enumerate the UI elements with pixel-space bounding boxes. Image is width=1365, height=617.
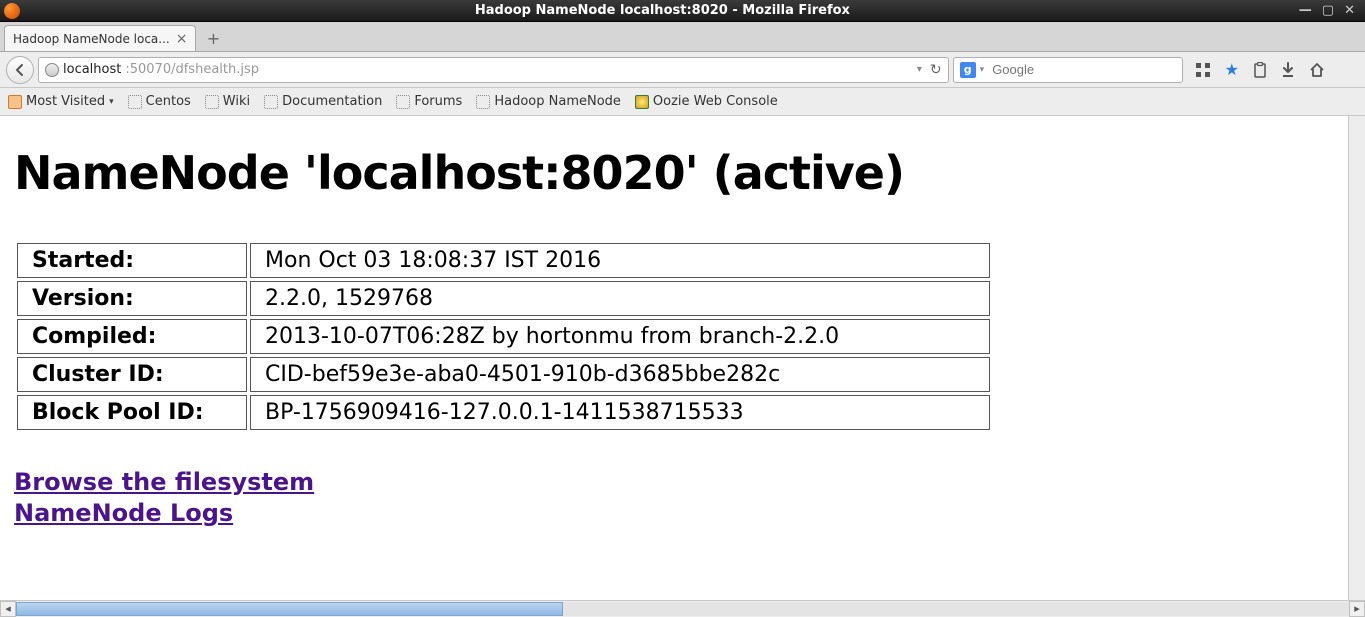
bookmark-forums[interactable]: Forums: [396, 94, 462, 109]
bookmark-most-visited[interactable]: Most Visited ▾: [8, 94, 114, 109]
arrow-left-icon: [13, 63, 27, 77]
reload-icon[interactable]: ↻: [930, 62, 942, 78]
bookmark-documentation[interactable]: Documentation: [264, 94, 382, 109]
minimize-button[interactable]: —: [1299, 4, 1312, 17]
info-label: Cluster ID:: [17, 357, 247, 392]
close-tab-icon[interactable]: ×: [176, 31, 188, 47]
bookmark-label: Centos: [146, 94, 191, 109]
bookmark-label: Oozie Web Console: [653, 94, 778, 109]
maximize-button[interactable]: ▢: [1322, 4, 1334, 17]
window-title: Hadoop NameNode localhost:8020 - Mozilla…: [26, 3, 1299, 18]
search-engine-dropdown-icon[interactable]: ▾: [980, 65, 985, 75]
chevron-down-icon: ▾: [109, 97, 114, 107]
bookmark-label: Wiki: [223, 94, 250, 109]
url-path: :50070/dfshealth.jsp: [125, 62, 259, 77]
bookmark-hadoop-namenode[interactable]: Hadoop NameNode: [476, 94, 621, 109]
downloads-icon[interactable]: [1281, 62, 1295, 78]
scroll-track[interactable]: [16, 602, 1349, 616]
url-history-dropdown-icon[interactable]: ▾: [917, 64, 922, 75]
bookmark-oozie[interactable]: Oozie Web Console: [635, 94, 778, 109]
info-value: 2013-10-07T06:28Z by hortonmu from branc…: [250, 319, 990, 354]
scroll-right-button[interactable]: ▸: [1349, 601, 1365, 617]
oozie-icon: [635, 95, 649, 109]
url-bar[interactable]: localhost :50070/dfshealth.jsp ▾ ↻: [38, 57, 949, 83]
page-icon: [205, 95, 219, 109]
bookmark-centos[interactable]: Centos: [128, 94, 191, 109]
bookmark-label: Most Visited: [26, 94, 105, 109]
tab-strip: Hadoop NameNode loca... × +: [0, 22, 1365, 52]
menu-icon[interactable]: [1339, 64, 1355, 76]
bookmarks-toolbar: Most Visited ▾ Centos Wiki Documentation…: [0, 88, 1365, 116]
inspect-icon[interactable]: [1195, 62, 1211, 78]
info-label: Version:: [17, 281, 247, 316]
search-bar[interactable]: g ▾: [953, 57, 1183, 83]
page-viewport[interactable]: NameNode 'localhost:8020' (active) Start…: [0, 116, 1365, 600]
toolbar-icons: ★: [1195, 60, 1355, 79]
link-namenode-logs[interactable]: NameNode Logs: [14, 498, 233, 529]
close-window-button[interactable]: ✕: [1344, 4, 1355, 17]
bookmark-label: Hadoop NameNode: [494, 94, 621, 109]
scroll-thumb[interactable]: [16, 602, 563, 616]
page-icon: [128, 95, 142, 109]
bookmark-wiki[interactable]: Wiki: [205, 94, 250, 109]
table-row: Cluster ID:CID-bef59e3e-aba0-4501-910b-d…: [17, 357, 990, 392]
info-label: Started:: [17, 243, 247, 278]
globe-icon: [45, 63, 59, 77]
back-button[interactable]: [6, 56, 34, 84]
info-value: 2.2.0, 1529768: [250, 281, 990, 316]
window-titlebar: Hadoop NameNode localhost:8020 - Mozilla…: [0, 0, 1365, 22]
bookmark-star-icon[interactable]: ★: [1225, 60, 1239, 79]
horizontal-scrollbar[interactable]: ◂ ▸: [0, 600, 1365, 616]
new-tab-button[interactable]: +: [200, 27, 226, 49]
info-value: BP-1756909416-127.0.0.1-1411538715533: [250, 395, 990, 430]
search-input[interactable]: [990, 61, 1175, 78]
clipboard-icon[interactable]: [1253, 62, 1267, 78]
info-value: Mon Oct 03 18:08:37 IST 2016: [250, 243, 990, 278]
home-icon[interactable]: [1309, 62, 1325, 78]
page-content: NameNode 'localhost:8020' (active) Start…: [0, 116, 1020, 569]
table-row: Compiled:2013-10-07T06:28Z by hortonmu f…: [17, 319, 990, 354]
navigation-toolbar: localhost :50070/dfshealth.jsp ▾ ↻ g ▾ ★: [0, 52, 1365, 88]
browser-tab[interactable]: Hadoop NameNode loca... ×: [4, 25, 196, 51]
table-row: Started:Mon Oct 03 18:08:37 IST 2016: [17, 243, 990, 278]
info-label: Compiled:: [17, 319, 247, 354]
page-title: NameNode 'localhost:8020' (active): [14, 146, 1006, 200]
link-browse-filesystem[interactable]: Browse the filesystem: [14, 467, 314, 498]
folder-icon: [8, 95, 22, 109]
namenode-info-table: Started:Mon Oct 03 18:08:37 IST 2016Vers…: [14, 240, 993, 433]
url-host: localhost: [63, 62, 121, 77]
tab-label: Hadoop NameNode loca...: [13, 32, 170, 46]
table-row: Block Pool ID:BP-1756909416-127.0.0.1-14…: [17, 395, 990, 430]
info-label: Block Pool ID:: [17, 395, 247, 430]
page-icon: [476, 95, 490, 109]
search-engine-icon[interactable]: g: [960, 62, 976, 78]
firefox-icon: [4, 3, 20, 19]
bookmark-label: Documentation: [282, 94, 382, 109]
bookmark-label: Forums: [414, 94, 462, 109]
info-value: CID-bef59e3e-aba0-4501-910b-d3685bbe282c: [250, 357, 990, 392]
page-icon: [396, 95, 410, 109]
scroll-left-button[interactable]: ◂: [0, 601, 16, 617]
table-row: Version:2.2.0, 1529768: [17, 281, 990, 316]
page-icon: [264, 95, 278, 109]
